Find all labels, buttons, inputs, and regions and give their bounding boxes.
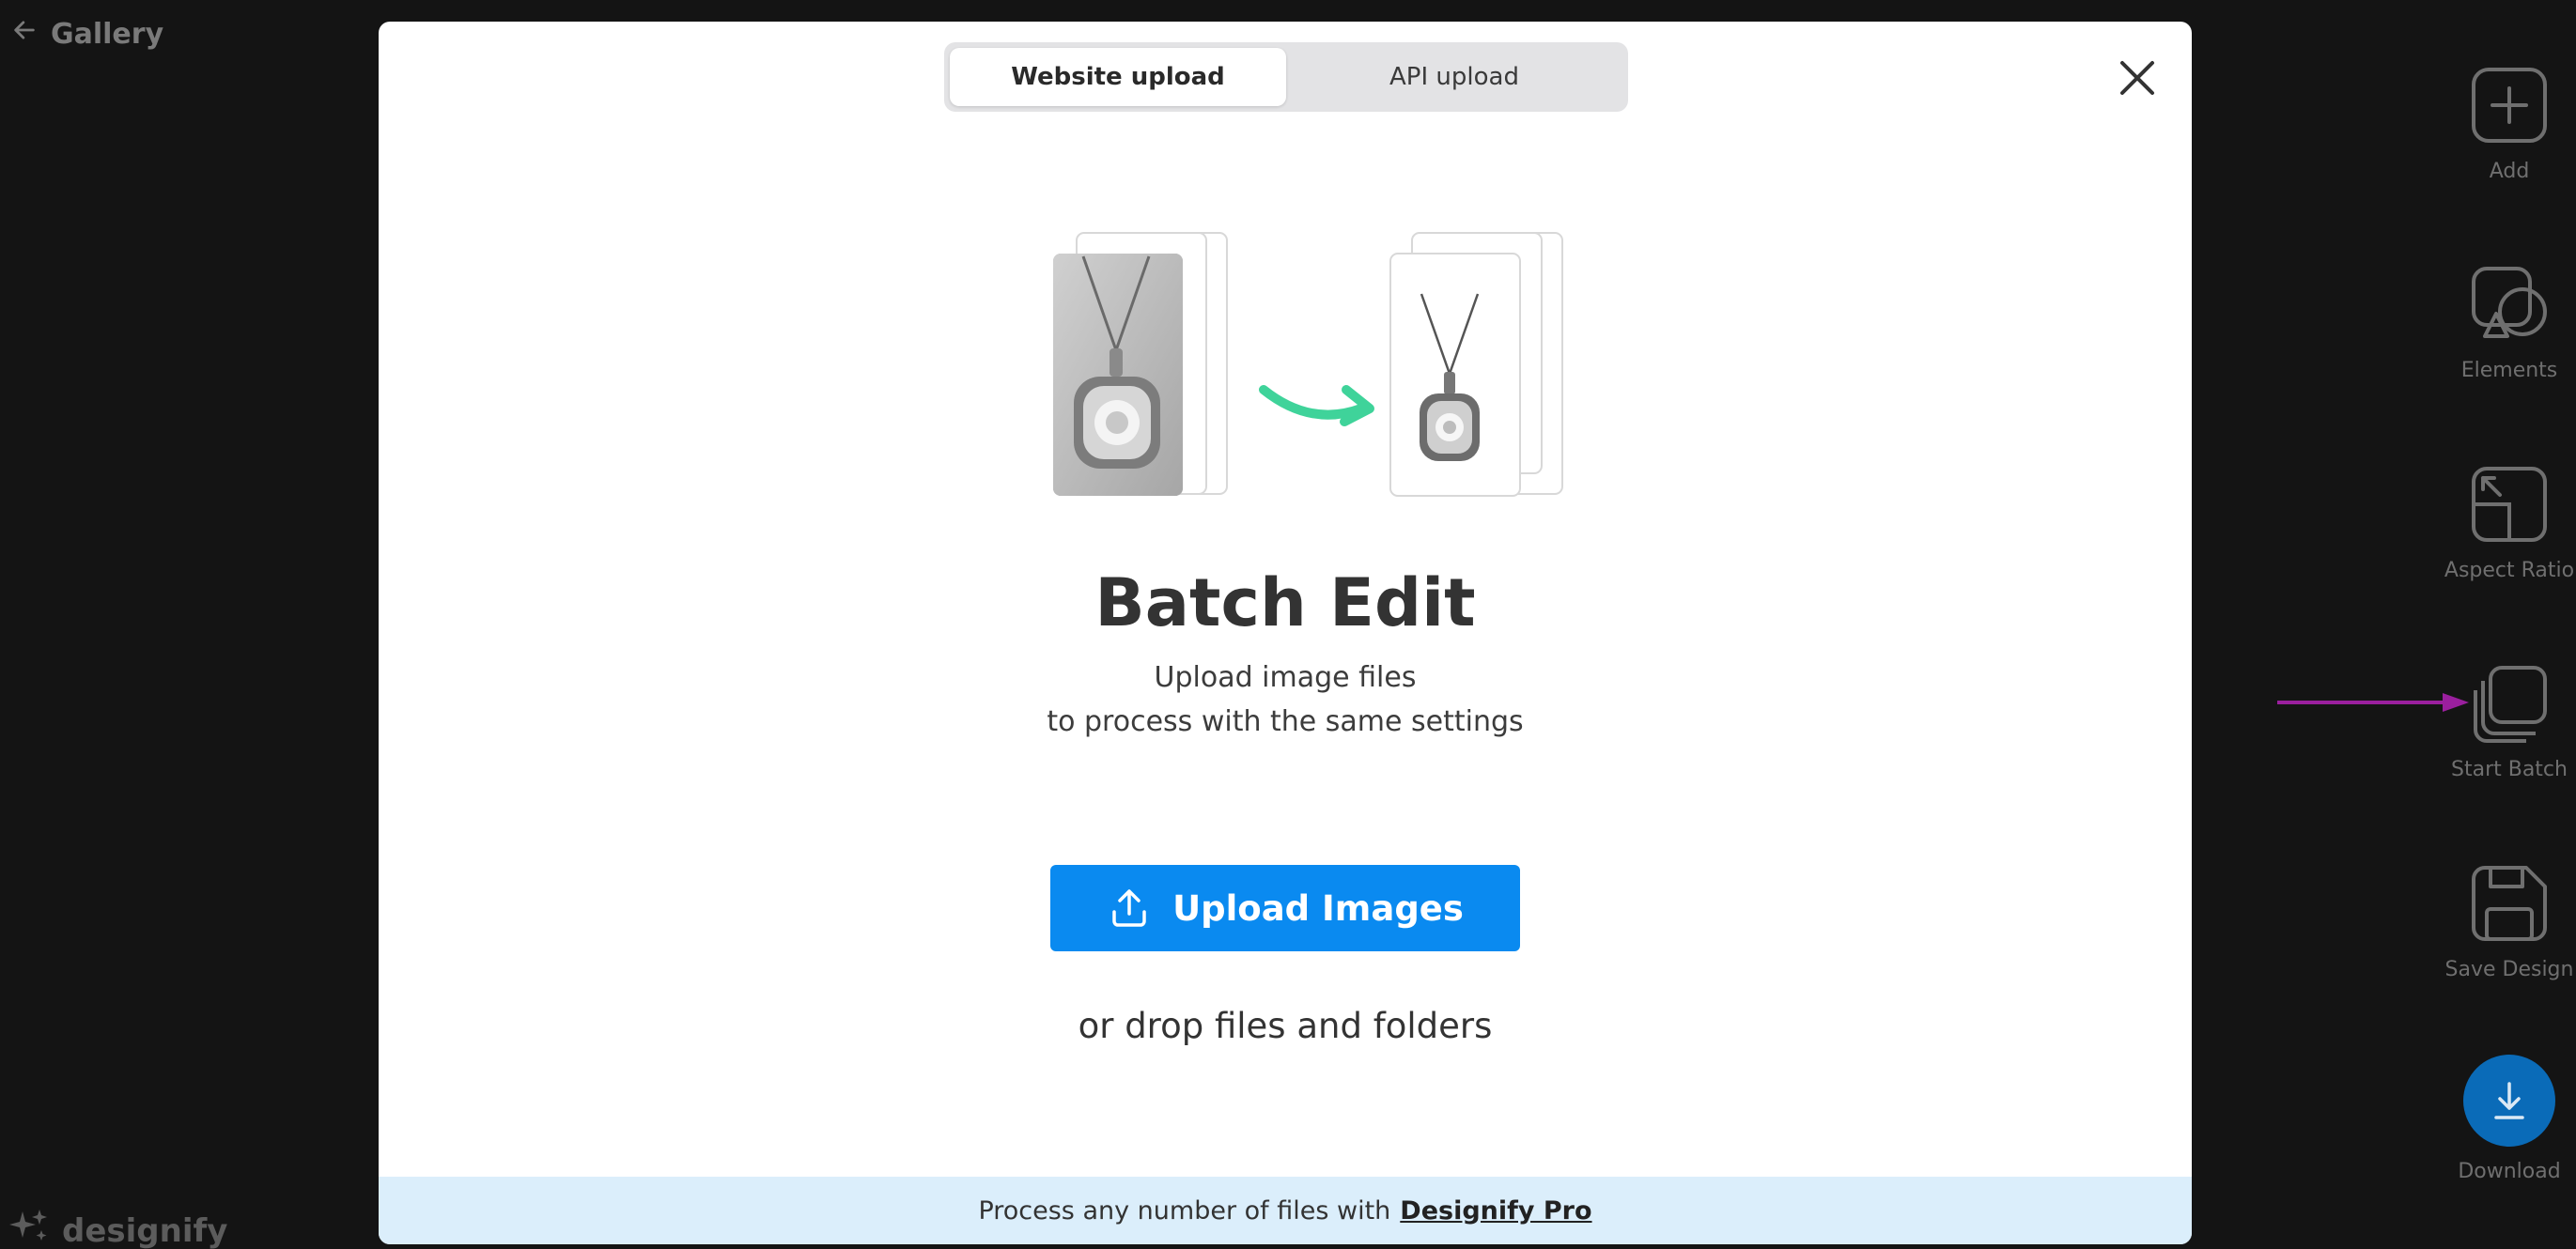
brand-name: designify bbox=[62, 1211, 228, 1249]
upload-button-label: Upload Images bbox=[1172, 887, 1464, 929]
brand-logo: designify bbox=[8, 1208, 227, 1249]
rail-label-elements: Elements bbox=[2460, 359, 2558, 382]
subtitle-line-2: to process with the same settings bbox=[1047, 705, 1524, 738]
modal-title: Batch Edit bbox=[1094, 564, 1476, 641]
rail-label-aspect-ratio: Aspect Ratio bbox=[2444, 559, 2575, 582]
drop-hint: or drop files and folders bbox=[1078, 1006, 1493, 1046]
close-icon bbox=[2120, 61, 2154, 95]
rail-save-design-button[interactable]: Save Design bbox=[2433, 864, 2576, 981]
plus-square-icon bbox=[2470, 66, 2549, 145]
original-photo bbox=[1053, 254, 1183, 496]
gallery-back-link[interactable]: Gallery bbox=[11, 17, 163, 51]
designify-pro-link[interactable]: Designify Pro bbox=[1400, 1196, 1591, 1226]
rail-label-add: Add bbox=[2489, 160, 2530, 183]
upload-images-button[interactable]: Upload Images bbox=[1050, 865, 1520, 951]
subtitle-line-1: Upload image files bbox=[1154, 661, 1417, 694]
stack-icon bbox=[2470, 664, 2549, 743]
close-button[interactable] bbox=[2111, 52, 2164, 104]
sparkle-icon bbox=[8, 1208, 51, 1249]
batch-edit-modal: Website upload API upload Batch Edit Upl… bbox=[379, 22, 2192, 1244]
rail-label-save-design: Save Design bbox=[2444, 958, 2574, 981]
rail-download-button[interactable]: Download bbox=[2433, 1055, 2576, 1183]
pointer-arrow bbox=[2277, 691, 2469, 714]
batch-process-illustration bbox=[1053, 232, 1563, 497]
rail-label-download: Download bbox=[2458, 1160, 2561, 1183]
aspect-ratio-icon bbox=[2470, 465, 2549, 544]
tab-website-upload[interactable]: Website upload bbox=[950, 48, 1286, 106]
processed-photo bbox=[1389, 253, 1521, 497]
modal-subtitle: Upload image files to process with the s… bbox=[379, 655, 2192, 744]
rail-start-batch-button[interactable]: Start Batch bbox=[2433, 664, 2576, 781]
batch-illustration bbox=[1046, 209, 1572, 510]
shapes-icon bbox=[2470, 265, 2549, 344]
footer-text: Process any number of files with bbox=[978, 1195, 1391, 1226]
upload-icon bbox=[1112, 889, 1146, 927]
rail-label-start-batch: Start Batch bbox=[2451, 758, 2568, 781]
tab-api-upload[interactable]: API upload bbox=[1286, 48, 1622, 106]
rail-aspect-ratio-button[interactable]: Aspect Ratio bbox=[2433, 465, 2576, 582]
arrow-left-icon bbox=[11, 17, 38, 51]
rail-elements-button[interactable]: Elements bbox=[2433, 265, 2576, 382]
pro-upsell-footer: Process any number of files with Designi… bbox=[379, 1177, 2192, 1244]
rail-add-button[interactable]: Add bbox=[2433, 66, 2576, 183]
upload-mode-tabs: Website upload API upload bbox=[944, 42, 1628, 112]
save-icon bbox=[2470, 864, 2549, 943]
gallery-label: Gallery bbox=[51, 17, 164, 51]
download-icon bbox=[2463, 1055, 2555, 1147]
